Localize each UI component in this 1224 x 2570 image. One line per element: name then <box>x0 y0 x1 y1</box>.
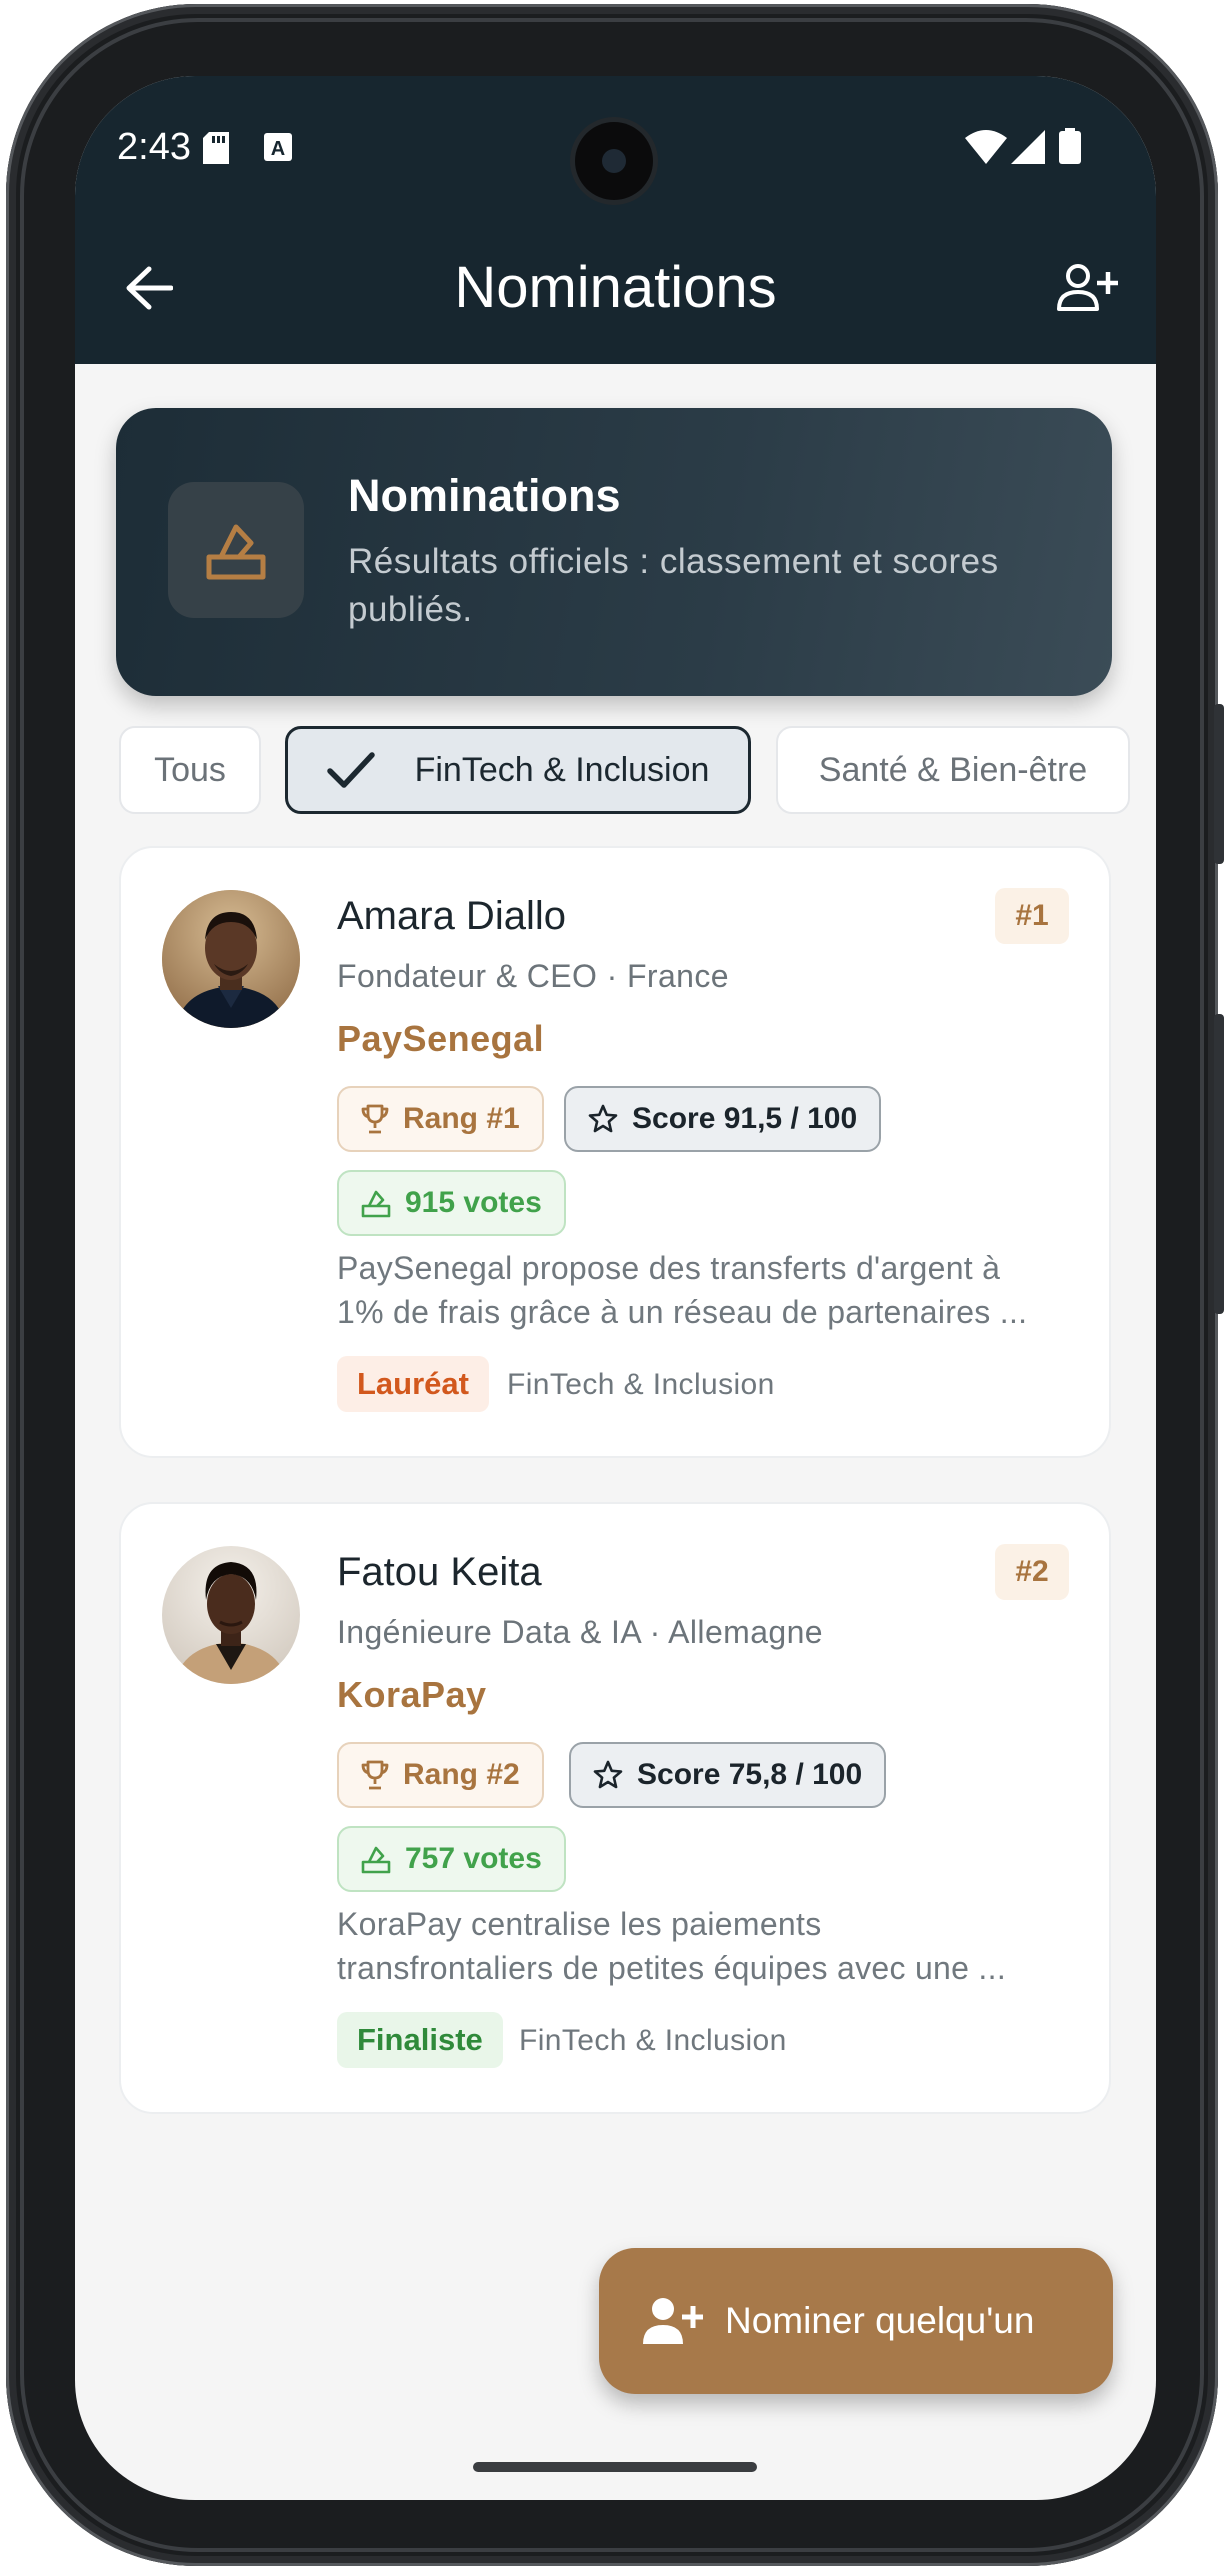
side-button <box>1214 704 1224 864</box>
status-badge: Lauréat <box>337 1356 489 1412</box>
nominee-company: KoraPay <box>337 1674 487 1715</box>
nominee-card[interactable]: Fatou Keita Ingénieure Data & IA · Allem… <box>119 1502 1111 2114</box>
description-line: PaySenegal propose des transferts d'arge… <box>337 1250 1001 1286</box>
avatar <box>162 890 300 1028</box>
nominee-category: FinTech & Inclusion <box>507 1368 775 1401</box>
rank-badge: #1 <box>995 888 1069 944</box>
top-app-bar: 2:43 A Nominations <box>75 76 1156 364</box>
description-line: KoraPay centralise les paiements <box>337 1906 822 1942</box>
signal-icon <box>1011 130 1045 169</box>
svg-text:A: A <box>271 138 285 160</box>
rank-badge: #2 <box>995 1544 1069 1600</box>
score-pill: Score 75,8 / 100 <box>569 1742 887 1808</box>
home-indicator[interactable] <box>473 2462 757 2472</box>
votes-label: 757 votes <box>405 1842 542 1875</box>
page-title: Nominations <box>454 255 777 320</box>
filter-chip-fintech[interactable]: FinTech & Inclusion <box>285 726 751 814</box>
filter-chip-label: FinTech & Inclusion <box>414 750 710 789</box>
nominee-name: Amara Diallo <box>337 894 566 938</box>
add-nominee-button[interactable] <box>1055 256 1119 320</box>
header-card-title: Nominations <box>348 470 621 521</box>
nominee-company: PaySenegal <box>337 1018 545 1059</box>
nominate-button-label: Nominer quelqu'un <box>725 2300 1035 2341</box>
front-camera <box>575 122 653 200</box>
status-badge: Finaliste <box>337 2012 503 2068</box>
rank-pill: Rang #2 <box>337 1742 544 1808</box>
battery-icon <box>1059 128 1081 169</box>
avatar <box>162 1546 300 1684</box>
header-card-subtitle: Résultats officiels : classement et scor… <box>348 542 999 629</box>
ballot-box-icon <box>361 1846 391 1874</box>
filter-chip-all[interactable]: Tous <box>119 726 261 814</box>
star-icon <box>588 1104 618 1133</box>
filter-chip-sante[interactable]: Santé & Bien-être <box>776 726 1130 814</box>
side-button <box>1214 1014 1224 1314</box>
score-label: Score 75,8 / 100 <box>637 1758 863 1791</box>
ballot-box-icon <box>361 1190 391 1218</box>
description-line: 1% de frais grâce à un réseau de partena… <box>337 1294 1028 1330</box>
filter-chip-label: Santé & Bien-être <box>818 750 1088 789</box>
nominee-name: Fatou Keita <box>337 1550 542 1594</box>
rank-label: Rang #1 <box>403 1102 520 1135</box>
wifi-icon <box>965 130 1007 169</box>
rank-label: Rang #2 <box>403 1758 520 1791</box>
nominee-role: Ingénieure Data & IA · Allemagne <box>337 1614 823 1650</box>
star-icon <box>593 1760 623 1789</box>
device-frame: 2:43 A Nominations Nominations Résultats… <box>6 4 1224 2566</box>
status-time: 2:43 <box>117 126 191 168</box>
add-person-icon <box>1057 264 1118 311</box>
votes-label: 915 votes <box>405 1186 542 1219</box>
votes-pill: 915 votes <box>337 1170 566 1236</box>
sd-card-icon <box>203 132 229 169</box>
description-line: transfrontaliers de petites équipes avec… <box>337 1950 1007 1986</box>
nominee-card[interactable]: Amara Diallo Fondateur & CEO · France Pa… <box>119 846 1111 1458</box>
category-filter-bar: Tous FinTech & Inclusion Santé & Bien-êt… <box>119 726 1156 816</box>
votes-pill: 757 votes <box>337 1826 566 1892</box>
nominee-description: KoraPay centralise les paiements transfr… <box>337 1902 1067 1990</box>
status-bar: 2:43 A <box>75 76 1156 216</box>
score-pill: Score 91,5 / 100 <box>564 1086 882 1152</box>
add-person-icon <box>643 2298 703 2344</box>
nominee-description: PaySenegal propose des transferts d'arge… <box>337 1246 1067 1334</box>
score-label: Score 91,5 / 100 <box>632 1102 858 1135</box>
header-card: Nominations Résultats officiels : classe… <box>116 408 1112 696</box>
ballot-box-icon <box>168 482 304 618</box>
nominee-role: Fondateur & CEO · France <box>337 958 729 994</box>
nominee-category: FinTech & Inclusion <box>519 2024 787 2057</box>
screen: 2:43 A Nominations Nominations Résultats… <box>75 76 1156 2500</box>
filter-chip-label: Tous <box>154 750 226 789</box>
trophy-icon <box>361 1760 389 1790</box>
check-icon <box>326 751 375 789</box>
trophy-icon <box>361 1104 389 1134</box>
keyboard-a-icon: A <box>263 132 293 167</box>
rank-pill: Rang #1 <box>337 1086 544 1152</box>
nominate-button[interactable]: Nominer quelqu'un <box>599 2248 1113 2394</box>
